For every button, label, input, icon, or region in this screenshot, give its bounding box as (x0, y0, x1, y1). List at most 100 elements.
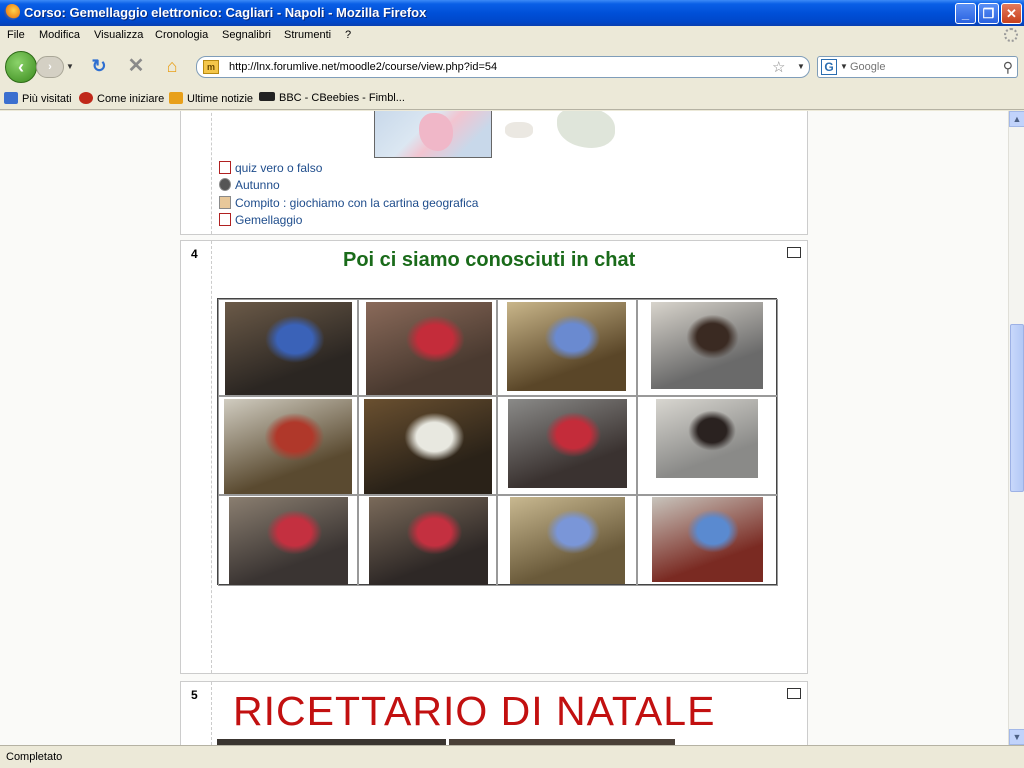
section-heading: RICETTARIO DI NATALE (233, 688, 716, 734)
section-number-column: 4 (181, 241, 212, 673)
bookmark-label: Come iniziare (97, 93, 165, 105)
menu-segnalibri[interactable]: Segnalibri (222, 29, 271, 41)
bbc-icon (259, 92, 275, 101)
search-engine-dropdown-icon[interactable]: ▼ (840, 62, 848, 71)
photo-cell (497, 396, 637, 495)
bookmark-piu-visitati[interactable]: Più visitati (4, 92, 72, 105)
sardinia-map-image (374, 111, 492, 158)
photo-children-in-row[interactable] (369, 497, 488, 585)
resource-label: Autunno (235, 178, 280, 192)
menu-file[interactable]: File (7, 29, 25, 41)
reload-icon[interactable]: ↻ (89, 56, 109, 76)
course-section-3: quiz vero o falso Autunno Compito : gioc… (180, 111, 808, 235)
photo-monitor-ciao[interactable] (652, 497, 763, 582)
restore-button[interactable]: ❐ (978, 3, 999, 24)
menu-bar: File Modifica Visualizza Cronologia Segn… (0, 26, 1024, 46)
vertical-scrollbar[interactable]: ▲ ▼ (1008, 111, 1024, 745)
photo-cell (358, 495, 497, 586)
bookmark-come-iniziare[interactable]: Come iniziare (79, 92, 164, 105)
photo-teacher-helping-child[interactable] (656, 399, 758, 478)
scroll-up-icon[interactable]: ▲ (1009, 111, 1024, 127)
firefox-red-icon (79, 92, 93, 104)
bookmark-star-icon[interactable]: ☆ (772, 58, 785, 76)
section-number: 5 (191, 688, 198, 702)
section-number-column: 5 (181, 682, 212, 745)
moodle-favicon-icon: m (203, 60, 219, 74)
section-number: 4 (191, 247, 198, 261)
photo-monitor-with-chat[interactable] (507, 302, 626, 391)
show-only-section-toggle[interactable] (787, 247, 801, 258)
resource-link-gemellaggio[interactable]: Gemellaggio (219, 213, 302, 227)
menu-visualizza[interactable]: Visualizza (94, 29, 143, 41)
scroll-down-icon[interactable]: ▼ (1009, 729, 1024, 745)
quiz-icon (219, 161, 231, 174)
window-title: Corso: Gemellaggio elettronico: Cagliari… (24, 5, 427, 20)
photo-children-at-computers[interactable] (508, 399, 627, 488)
photo-boy-at-monitor[interactable] (364, 399, 492, 494)
photo-cell (497, 299, 637, 396)
firefox-logo-icon (4, 4, 20, 20)
photo-monitor-closeup[interactable] (224, 399, 352, 494)
resource-link-quiz-vero-falso[interactable]: quiz vero o falso (219, 161, 322, 175)
bookmark-label: Ultime notizie (187, 93, 254, 105)
window-titlebar: Corso: Gemellaggio elettronico: Cagliari… (0, 0, 1024, 26)
search-bar[interactable]: G ▼ ⚲ (817, 56, 1018, 78)
rss-feed-icon (169, 92, 183, 104)
course-section-4: 4 Poi ci siamo conosciuti in chat (180, 240, 808, 674)
history-dropdown-icon[interactable]: ▼ (66, 62, 74, 71)
search-input[interactable] (850, 60, 990, 74)
photo-grid (217, 298, 778, 586)
url-bar[interactable]: m http://lnx.forumlive.net/moodle2/cours… (196, 56, 810, 78)
audio-resource-icon (219, 178, 231, 191)
url-text[interactable]: http://lnx.forumlive.net/moodle2/course/… (229, 61, 497, 73)
menu-help[interactable]: ? (345, 29, 351, 41)
forward-button[interactable]: › (36, 56, 64, 78)
bookmark-ultime-notizie[interactable]: Ultime notizie (169, 92, 253, 105)
stop-icon[interactable]: ✕ (125, 55, 147, 77)
resource-link-compito[interactable]: Compito : giochiamo con la cartina geogr… (219, 196, 478, 210)
photo-teacher-with-children[interactable] (366, 302, 492, 395)
resource-link-autunno[interactable]: Autunno (219, 178, 280, 192)
bookmark-label: BBC - CBeebies - Fimbl... (279, 92, 405, 104)
google-icon[interactable]: G (821, 59, 837, 75)
resource-label: Gemellaggio (235, 213, 303, 227)
status-bar: Completato (0, 745, 1024, 768)
section-number-column (181, 111, 212, 234)
map-shape (505, 122, 533, 138)
menu-strumenti[interactable]: Strumenti (284, 29, 331, 41)
menu-modifica[interactable]: Modifica (39, 29, 80, 41)
photo-cell (358, 396, 497, 495)
most-visited-icon (4, 92, 18, 104)
photo-cell (637, 495, 778, 586)
show-only-section-toggle[interactable] (787, 688, 801, 699)
photo-cell (497, 495, 637, 586)
section-heading: Poi ci siamo conosciuti in chat (343, 249, 636, 271)
photo-lab-corridor[interactable] (229, 497, 348, 585)
map-shape (557, 111, 615, 148)
sardinia-island (419, 113, 453, 151)
resource-label: Compito : giochiamo con la cartina geogr… (235, 196, 479, 210)
search-icon[interactable]: ⚲ (1003, 59, 1013, 76)
menu-cronologia[interactable]: Cronologia (155, 29, 208, 41)
bookmark-label: Più visitati (22, 93, 72, 105)
photo-girl-at-computer[interactable] (225, 302, 352, 395)
url-dropdown-icon[interactable]: ▼ (797, 62, 805, 71)
minimize-button[interactable]: _ (955, 3, 976, 24)
status-text: Completato (6, 751, 63, 763)
bookmark-bbc-cbeebies[interactable]: BBC - CBeebies - Fimbl... (259, 92, 405, 104)
photo-cell (218, 299, 358, 396)
back-button[interactable]: ‹ (5, 51, 37, 83)
italy-map-image (499, 111, 619, 154)
close-button[interactable]: ✕ (1001, 3, 1022, 24)
home-icon[interactable]: ⌂ (161, 55, 183, 77)
photo-cell (218, 396, 358, 495)
assignment-icon (219, 196, 231, 209)
photo-cell (637, 396, 778, 495)
page-content: quiz vero o falso Autunno Compito : gioc… (0, 111, 1008, 745)
resource-label: quiz vero o falso (235, 161, 323, 175)
photo-cell (218, 495, 358, 586)
scrollbar-thumb[interactable] (1010, 324, 1024, 492)
photo-monitor-on-desk[interactable] (510, 497, 625, 584)
photo-children-in-lab[interactable] (651, 302, 763, 389)
photo-cell (637, 299, 778, 396)
